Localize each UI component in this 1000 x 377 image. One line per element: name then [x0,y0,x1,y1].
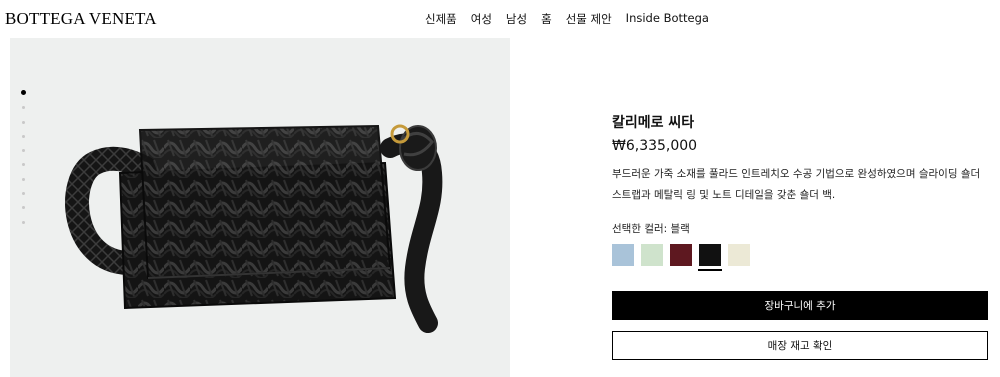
site-header: BOTTEGA VENETA 신제품 여성 남성 홈 선물 제안 Inside … [0,0,1000,38]
gallery-pagination [20,90,26,235]
black-swatch[interactable] [698,244,722,271]
product-price: ₩6,335,000 [612,138,698,154]
product-gallery [10,38,510,377]
nav-item-gifts[interactable]: 선물 제안 [566,11,612,27]
gallery-dot[interactable] [21,206,25,210]
gallery-dot[interactable] [21,149,25,153]
light-blue-swatch[interactable] [612,244,634,266]
color-swatches [612,244,988,271]
product-description: 부드러운 가죽 소재를 풀라드 인트레치오 수공 기법으로 완성하였으며 슬라이… [612,168,981,201]
product-info: 칼리메로 씨타 ₩6,335,000 부드러운 가죽 소재를 풀라드 인트레치오… [612,108,988,271]
nav-item-new[interactable]: 신제품 [425,11,457,27]
gallery-dot[interactable] [21,177,25,181]
nav-item-women[interactable]: 여성 [471,11,492,27]
product-name: 칼리메로 씨타 [612,115,695,131]
nav-item-men[interactable]: 남성 [506,11,527,27]
nav-item-inside-bottega[interactable]: Inside Bottega [626,11,709,27]
gallery-dot-active[interactable] [20,90,26,95]
burgundy-swatch[interactable] [670,244,692,266]
gallery-dot[interactable] [21,120,25,124]
gallery-dot[interactable] [21,106,25,110]
mint-swatch[interactable] [641,244,663,266]
product-image-bag[interactable] [60,118,460,348]
add-to-cart-button[interactable]: 장바구니에 추가 [612,291,988,320]
gallery-dot[interactable] [21,220,25,224]
cream-swatch[interactable] [728,244,750,266]
brand-logo[interactable]: BOTTEGA VENETA [5,9,157,29]
gallery-dot[interactable] [21,192,25,196]
main-nav: 신제품 여성 남성 홈 선물 제안 Inside Bottega [425,11,723,27]
selected-color-label: 선택한 컬러: 블랙 [612,223,690,235]
nav-item-home[interactable]: 홈 [541,11,552,27]
gallery-dot[interactable] [21,134,25,138]
gallery-dot[interactable] [21,163,25,167]
check-store-stock-button[interactable]: 매장 재고 확인 [612,331,988,360]
